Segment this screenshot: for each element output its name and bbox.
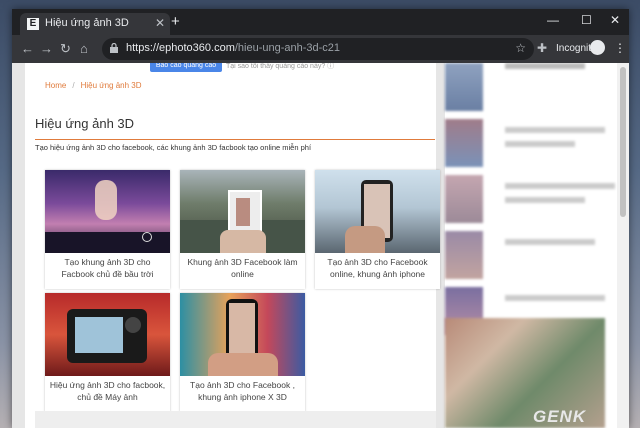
menu-icon[interactable]: ⋮	[614, 41, 626, 55]
footer-strip	[35, 411, 436, 428]
forward-icon[interactable]: →	[40, 41, 53, 56]
card-thumbnail	[315, 170, 440, 253]
card-thumbnail	[180, 170, 305, 253]
scrollbar-thumb[interactable]	[620, 67, 626, 217]
lock-icon	[110, 43, 118, 53]
back-icon[interactable]: ←	[21, 41, 34, 56]
toolbar: ← → ↻ ⌂ https://ephoto360.com/hieu-ung-a…	[12, 35, 629, 63]
sidebar-blurred	[445, 63, 629, 428]
minimize-icon[interactable]: —	[547, 13, 559, 27]
card-thumbnail	[45, 293, 170, 376]
report-ad-button[interactable]: Báo cáo quảng cáo này	[150, 63, 222, 80]
card-caption: Tạo khung ảnh 3D cho Facbook chủ đề bầu …	[61, 257, 154, 279]
card-caption: Hiệu ứng ảnh 3D cho facbook, chủ đề Máy …	[49, 380, 166, 402]
main-content: Báo cáo quảng cáo này Tại sao tôi thấy q…	[25, 63, 440, 428]
effect-card[interactable]: Tạo ảnh 3D cho Facebook online, khung ản…	[315, 170, 440, 289]
incognito-icon[interactable]	[590, 40, 605, 55]
ad-feedback-bar: Báo cáo quảng cáo này Tại sao tôi thấy q…	[150, 63, 370, 80]
close-window-icon[interactable]: ✕	[610, 13, 620, 27]
address-bar[interactable]: https://ephoto360.com/hieu-ung-anh-3d-c2…	[102, 38, 534, 60]
card-thumbnail	[45, 170, 170, 253]
reload-icon[interactable]: ↻	[60, 41, 71, 57]
extensions-icon[interactable]: ✚	[537, 41, 547, 55]
scrollbar[interactable]	[617, 63, 629, 428]
url-path: /hieu-ung-anh-3d-c21	[234, 42, 341, 54]
breadcrumb: Home / Hiệu ứng ảnh 3D	[45, 81, 142, 90]
site-favicon-icon: E	[27, 18, 39, 30]
why-ad-link[interactable]: Tại sao tôi thấy quảng cáo này? ⓘ	[226, 63, 334, 71]
tab-close-icon[interactable]: ✕	[155, 16, 165, 30]
new-tab-icon[interactable]: +	[171, 13, 180, 30]
effect-card[interactable]: Tạo khung ảnh 3D cho Facbook chủ đề bầu …	[45, 170, 170, 289]
page-title: Hiệu ứng ảnh 3D	[35, 116, 135, 131]
url-host: https://ephoto360.com	[126, 42, 235, 54]
maximize-icon[interactable]: ☐	[581, 13, 592, 27]
title-divider	[35, 139, 435, 140]
card-caption: Khung ảnh 3D Facebook làm online	[187, 257, 298, 279]
home-icon[interactable]: ⌂	[80, 41, 88, 56]
card-thumbnail	[180, 293, 305, 376]
card-caption: Tạo ảnh 3D cho Facebook online, khung ản…	[327, 257, 428, 279]
breadcrumb-separator: /	[72, 81, 75, 90]
url-text: https://ephoto360.com/hieu-ung-anh-3d-c2…	[126, 42, 340, 54]
tab-strip: E Hiệu ứng ảnh 3D ✕ + — ☐ ✕	[12, 9, 629, 35]
page-description: Tạo hiệu ứng ảnh 3D cho facebook, các kh…	[35, 143, 312, 152]
page-viewport: Báo cáo quảng cáo này Tại sao tôi thấy q…	[12, 63, 629, 428]
browser-tab[interactable]: E Hiệu ứng ảnh 3D ✕	[20, 13, 170, 35]
tab-title: Hiệu ứng ảnh 3D	[45, 17, 129, 29]
effect-card[interactable]: Hiệu ứng ảnh 3D cho facbook, chủ đề Máy …	[45, 293, 170, 412]
card-caption: Tạo ảnh 3D cho Facebook , khung ảnh ipho…	[190, 380, 295, 402]
bookmark-star-icon[interactable]: ☆	[515, 41, 526, 55]
breadcrumb-home[interactable]: Home	[45, 81, 66, 90]
effect-card[interactable]: Tạo ảnh 3D cho Facebook , khung ảnh ipho…	[180, 293, 305, 412]
breadcrumb-current[interactable]: Hiệu ứng ảnh 3D	[81, 81, 142, 90]
effect-card[interactable]: Khung ảnh 3D Facebook làm online	[180, 170, 305, 289]
watermark-logo: GENK	[533, 407, 587, 426]
browser-window: E Hiệu ứng ảnh 3D ✕ + — ☐ ✕ ← → ↻ ⌂ http…	[12, 9, 629, 428]
